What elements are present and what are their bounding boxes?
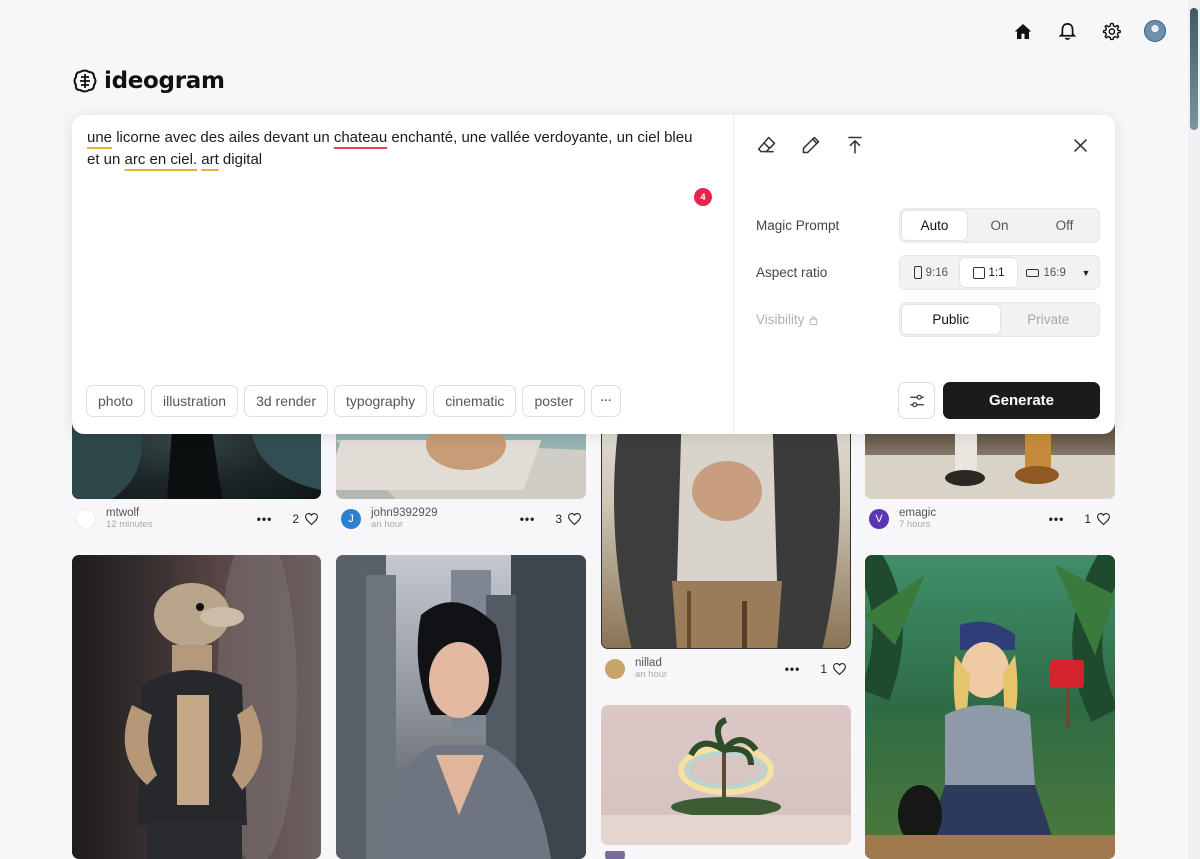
username[interactable]: mtwolf [106, 507, 152, 519]
avatar[interactable] [605, 851, 625, 859]
aspect-16-9-label: 16:9 [1043, 266, 1066, 279]
image-content [865, 555, 1115, 859]
magic-prompt-off[interactable]: Off [1032, 211, 1097, 240]
bell-icon[interactable] [1056, 20, 1078, 42]
like-count: 1 [820, 662, 827, 676]
heart-icon[interactable] [305, 513, 318, 525]
prompt-text: digital [218, 150, 263, 168]
heart-icon[interactable] [1097, 513, 1110, 525]
more-options-icon[interactable]: ••• [257, 512, 273, 526]
aspect-9-16[interactable]: 9:16 [902, 258, 960, 287]
feed-meta-partial [605, 851, 846, 859]
feed-meta: J john9392929 an hour ••• 3 [341, 506, 581, 532]
suggestion-count-badge[interactable]: 4 [694, 188, 712, 206]
chip-poster[interactable]: poster [522, 385, 586, 417]
more-options-icon[interactable]: ••• [785, 662, 801, 676]
app-name: ideogram [104, 68, 225, 94]
flagged-word[interactable]: arc en ciel. [125, 151, 198, 168]
ideogram-logo-icon [73, 69, 97, 93]
username[interactable]: john9392929 [371, 507, 438, 519]
aspect-1-1-label: 1:1 [988, 266, 1005, 279]
sliders-icon [909, 394, 924, 407]
feed-image-fishing-girl[interactable] [865, 555, 1115, 859]
image-content [601, 717, 851, 845]
more-options-icon[interactable]: ••• [520, 512, 536, 526]
image-content [124, 555, 297, 859]
username[interactable]: emagic [899, 507, 936, 519]
feed-image-woman-city[interactable] [336, 555, 586, 859]
magic-prompt-label: Magic Prompt [756, 218, 840, 233]
scrollbar-thumb[interactable] [1190, 8, 1198, 130]
feed-meta: nillad an hour ••• 1 [605, 656, 846, 682]
feed-image-palm-island[interactable] [601, 705, 851, 845]
landscape-ratio-icon [1026, 268, 1040, 277]
visibility-private[interactable]: Private [1000, 305, 1098, 334]
avatar[interactable] [605, 659, 625, 679]
chip-photo[interactable]: photo [86, 385, 146, 417]
visibility-label-text: Visibility [756, 312, 805, 327]
flagged-word[interactable]: chateau [334, 129, 387, 146]
image-content [614, 401, 840, 648]
avatar[interactable]: V [869, 509, 889, 529]
timestamp: an hour [371, 519, 404, 530]
flagged-word[interactable]: art [201, 151, 219, 168]
advanced-settings-button[interactable] [898, 382, 935, 419]
avatar[interactable] [76, 509, 96, 529]
gear-icon[interactable] [1100, 20, 1122, 42]
visibility-public[interactable]: Public [902, 305, 1000, 334]
visibility-toggle: Public Private [899, 302, 1100, 337]
panel-divider [733, 115, 734, 434]
eraser-icon[interactable] [756, 134, 778, 156]
prompt-input[interactable]: une licorne avec des ailes devant un cha… [87, 127, 707, 170]
more-options-icon[interactable]: ••• [1049, 512, 1065, 526]
chip-illustration[interactable]: illustration [151, 385, 239, 417]
magic-prompt-auto[interactable]: Auto [902, 211, 967, 240]
scrollbar[interactable] [1188, 0, 1200, 859]
aspect-ratio-label: Aspect ratio [756, 265, 828, 280]
chip-3d-render[interactable]: 3d render [244, 385, 329, 417]
close-icon[interactable] [1069, 134, 1091, 156]
prompt-panel: une licorne avec des ailes devant un cha… [72, 115, 1115, 434]
heart-icon[interactable] [833, 663, 846, 675]
top-nav [1012, 20, 1166, 42]
prompt-text: licorne avec des ailes devant un [112, 129, 334, 146]
style-chips: photo illustration 3d render typography … [86, 385, 622, 417]
user-avatar[interactable] [1144, 20, 1166, 42]
chip-cinematic[interactable]: cinematic [433, 385, 517, 417]
like-count: 1 [1084, 512, 1091, 526]
magic-prompt-on[interactable]: On [967, 211, 1032, 240]
chevron-down-icon[interactable]: ▼ [1075, 258, 1097, 287]
flagged-word[interactable]: une [87, 129, 112, 146]
feed-meta: mtwolf 12 minutes ••• 2 [76, 506, 318, 532]
aspect-ratio-toggle: 9:16 1:1 16:9 ▼ [899, 255, 1100, 290]
portrait-ratio-icon [913, 266, 922, 279]
timestamp: an hour [635, 669, 668, 680]
feed-meta: V emagic 7 hours ••• 1 [869, 506, 1110, 532]
magic-prompt-toggle: Auto On Off [899, 208, 1100, 243]
chip-typography[interactable]: typography [334, 385, 428, 417]
feed-image-wizard[interactable] [601, 400, 851, 649]
generate-button[interactable]: Generate [943, 382, 1100, 419]
prompt-tools [756, 134, 866, 156]
timestamp: 12 minutes [106, 519, 153, 530]
chip-more[interactable]: ··· [591, 385, 622, 417]
avatar[interactable]: J [341, 509, 361, 529]
square-ratio-icon [972, 266, 985, 279]
logo[interactable]: ideogram [72, 68, 225, 94]
feed-image-meerkat[interactable] [72, 555, 321, 859]
aspect-16-9[interactable]: 16:9 [1017, 258, 1075, 287]
like-count: 2 [292, 512, 299, 526]
heart-icon[interactable] [568, 513, 581, 525]
like-count: 3 [555, 512, 562, 526]
aspect-1-1[interactable]: 1:1 [959, 258, 1018, 287]
visibility-label: Visibility [756, 312, 818, 327]
home-icon[interactable] [1012, 20, 1034, 42]
upload-icon[interactable] [844, 134, 866, 156]
timestamp: 7 hours [899, 519, 931, 530]
image-content [336, 555, 586, 859]
username[interactable]: nillad [635, 657, 667, 669]
lock-icon [809, 315, 817, 325]
pencil-icon[interactable] [800, 134, 822, 156]
aspect-9-16-label: 9:16 [925, 266, 949, 279]
